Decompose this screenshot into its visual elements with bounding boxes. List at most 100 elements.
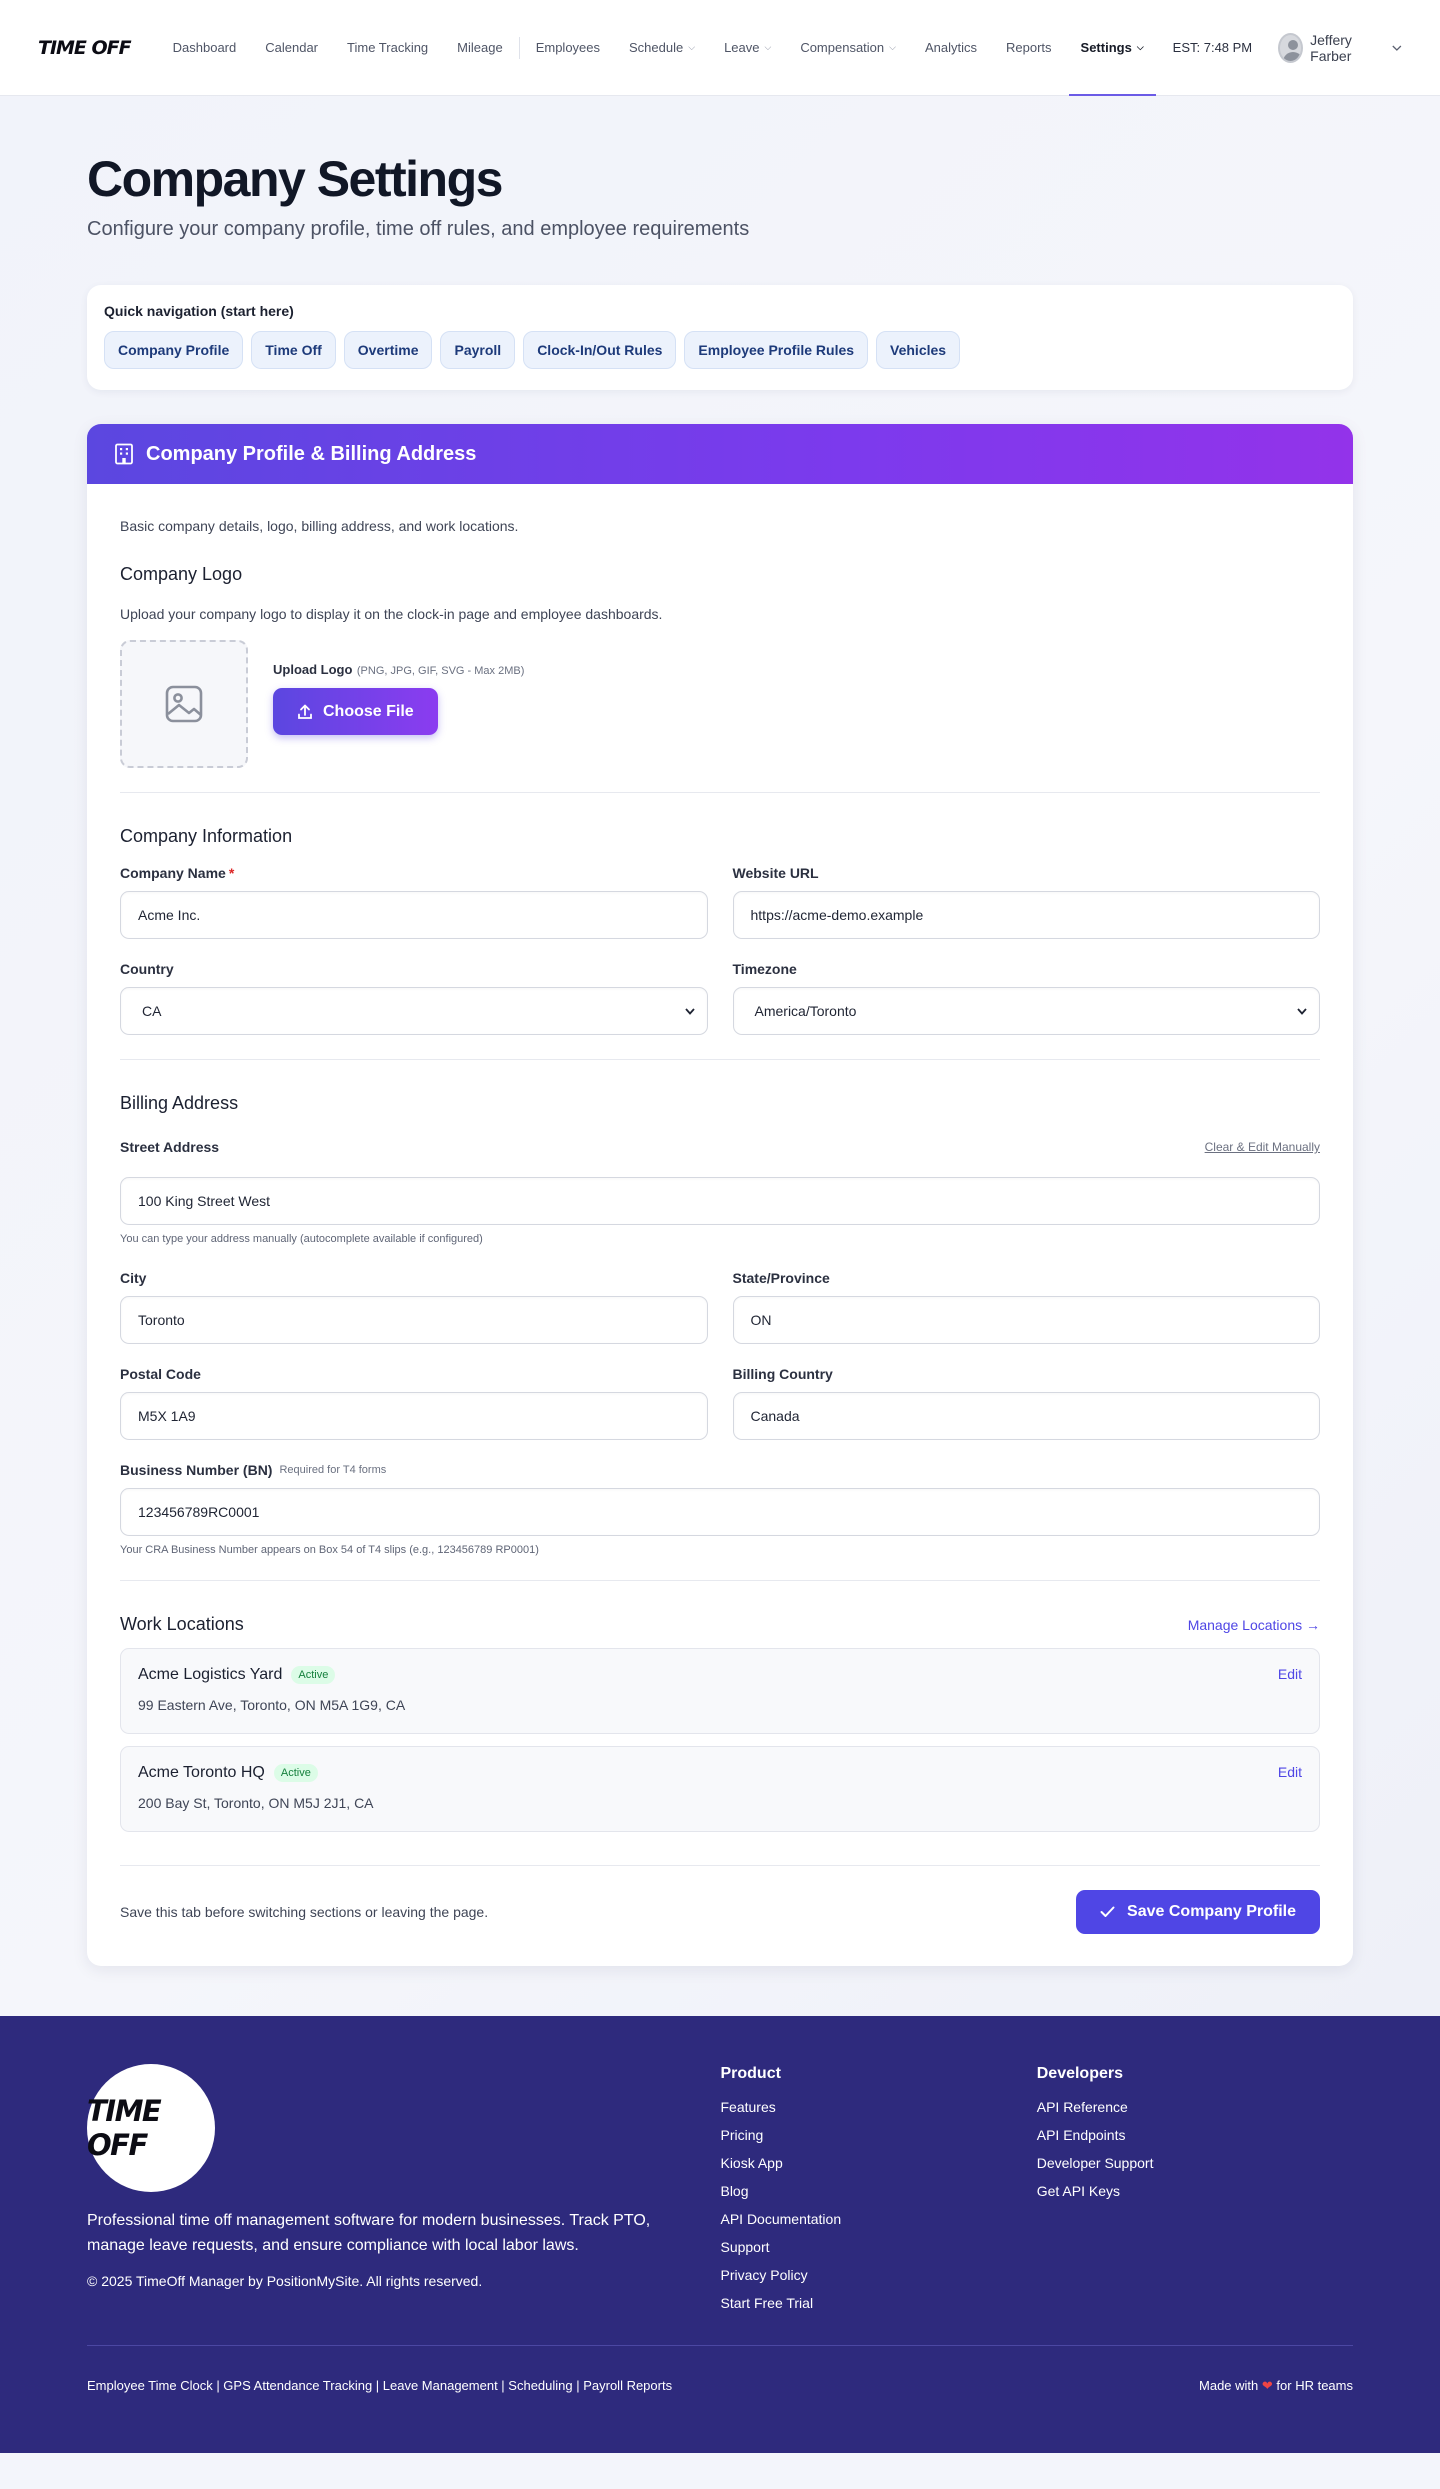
avatar	[1278, 32, 1304, 63]
footer-link-kiosk-app[interactable]: Kiosk App	[720, 2155, 1036, 2171]
nav-link-time-tracking[interactable]: Time Tracking	[347, 0, 428, 95]
work-locations-title: Work Locations	[120, 1614, 244, 1634]
postal-code-input[interactable]: M5X 1A9	[120, 1392, 708, 1440]
company-info-grid: Company Name * Acme Inc. Website URL http…	[120, 847, 1320, 1035]
footer-logo[interactable]: TIME OFF	[87, 2064, 215, 2192]
image-icon	[165, 685, 203, 723]
check-icon	[1100, 1906, 1115, 1917]
footer-developers-title: Developers	[1036, 2065, 1123, 2082]
nav-link-compensation[interactable]: Compensation ⌵	[800, 0, 896, 95]
quicknav-company-profile[interactable]: Company Profile	[104, 331, 244, 369]
street-help-text: You can type your address manually (auto…	[120, 1233, 483, 1245]
nav-links: Dashboard Calendar Time Tracking Mileage…	[173, 0, 1173, 96]
nav-link-mileage[interactable]: Mileage	[457, 0, 503, 95]
bn-field-group: Business Number (BN) Required for T4 for…	[120, 1462, 1320, 1556]
nav-link-employees[interactable]: Employees	[536, 0, 600, 95]
footer-bottom: Employee Time Clock | GPS Attendance Tra…	[87, 2345, 1353, 2394]
input-value: ON	[750, 1312, 772, 1328]
footer-link-privacy-policy[interactable]: Privacy Policy	[720, 2267, 1036, 2283]
street-label: Street Address	[120, 1139, 220, 1155]
quicknav-vehicles[interactable]: Vehicles	[876, 331, 961, 369]
required-asterisk: *	[228, 865, 235, 881]
quick-navigation-label: Quick navigation (start here)	[104, 303, 294, 319]
business-number-input[interactable]: 123456789RC0001	[120, 1488, 1320, 1536]
country-select[interactable]: CA	[120, 987, 708, 1035]
location-address: 99 Eastern Ave, Toronto, ON M5A 1G9, CA	[138, 1697, 406, 1713]
app-logo[interactable]: TIME OFF	[38, 37, 132, 59]
manage-locations-link[interactable]: Manage Locations →	[1188, 1617, 1320, 1633]
user-menu[interactable]: Jeffery Farber	[1278, 32, 1402, 64]
quicknav-payroll[interactable]: Payroll	[440, 331, 516, 369]
nav-link-analytics[interactable]: Analytics	[925, 0, 977, 95]
input-value: https://acme-demo.example	[750, 907, 924, 923]
quicknav-employee-profile-rules[interactable]: Employee Profile Rules	[684, 331, 869, 369]
choose-file-button[interactable]: Choose File	[273, 688, 438, 735]
billing-country-input[interactable]: Canada	[732, 1392, 1320, 1440]
quicknav-clock-in-out-rules[interactable]: Clock-In/Out Rules	[523, 331, 677, 369]
footer-link-developer-support[interactable]: Developer Support	[1037, 2155, 1353, 2171]
footer-link-api-endpoints[interactable]: API Endpoints	[1037, 2127, 1353, 2143]
state-input[interactable]: ON	[732, 1296, 1320, 1344]
timezone-select[interactable]: America/Toronto	[732, 987, 1320, 1035]
footer-link-api-reference[interactable]: API Reference	[1037, 2099, 1353, 2115]
nav-link-label: Reports	[1006, 40, 1052, 55]
divider	[120, 1865, 1320, 1866]
input-value: Canada	[750, 1408, 800, 1424]
edit-location-button[interactable]: Edit	[1278, 1764, 1302, 1780]
nav-link-calendar[interactable]: Calendar	[265, 0, 318, 95]
nav-separator	[518, 36, 520, 59]
footer-link-api-documentation[interactable]: API Documentation	[720, 2211, 1036, 2227]
bn-label-row: Business Number (BN) Required for T4 for…	[120, 1462, 1320, 1478]
footer-link-features[interactable]: Features	[720, 2099, 1036, 2115]
nav-link-label: Dashboard	[172, 40, 237, 55]
nav-link-settings[interactable]: Settings ⌵	[1068, 0, 1156, 96]
location-address: 200 Bay St, Toronto, ON M5J 2J1, CA	[138, 1795, 374, 1811]
billing-country-field-group: Billing Country Canada	[732, 1366, 1320, 1440]
label-text: Company Name	[120, 865, 226, 881]
save-company-profile-button[interactable]: Save Company Profile	[1076, 1890, 1320, 1934]
footer-link-start-free-trial[interactable]: Start Free Trial	[720, 2295, 1036, 2311]
choose-file-label: Choose File	[323, 702, 414, 720]
postal-field-group: Postal Code M5X 1A9	[120, 1366, 708, 1440]
website-input[interactable]: https://acme-demo.example	[732, 891, 1320, 939]
billing-country-label: Billing Country	[732, 1366, 833, 1382]
quicknav-time-off[interactable]: Time Off	[251, 331, 336, 369]
edit-location-button[interactable]: Edit	[1278, 1666, 1302, 1682]
upload-label-row: Upload Logo (PNG, JPG, GIF, SVG - Max 2M…	[273, 661, 524, 679]
quicknav-overtime[interactable]: Overtime	[343, 331, 433, 369]
nav-link-label: Time Tracking	[347, 40, 429, 55]
quick-navigation-pills: Company Profile Time Off Overtime Payrol…	[104, 331, 1336, 369]
upload-label: Upload Logo	[273, 662, 353, 677]
footer-link-blog[interactable]: Blog	[720, 2183, 1036, 2199]
clear-edit-manually-link[interactable]: Clear & Edit Manually	[1205, 1140, 1320, 1154]
input-value: M5X 1A9	[138, 1408, 196, 1424]
footer-link-get-api-keys[interactable]: Get API Keys	[1037, 2183, 1353, 2199]
page-title: Company Settings	[87, 151, 503, 207]
street-address-input[interactable]: 100 King Street West	[120, 1177, 1320, 1225]
nav-link-dashboard[interactable]: Dashboard	[173, 0, 237, 95]
work-locations-header: Work Locations Manage Locations →	[120, 1614, 1320, 1635]
card-title: Company Profile & Billing Address	[146, 442, 477, 465]
company-name-input[interactable]: Acme Inc.	[120, 891, 708, 939]
logo-dropzone[interactable]	[120, 640, 248, 768]
country-field-group: Country CA	[120, 961, 708, 1035]
nav-link-leave[interactable]: Leave ⌵	[724, 0, 771, 95]
company-profile-card: Company Profile & Billing Address Basic …	[87, 424, 1353, 1966]
input-value: Toronto	[138, 1312, 185, 1328]
input-value: 100 King Street West	[138, 1193, 271, 1209]
nav-link-schedule[interactable]: Schedule ⌵	[629, 0, 695, 95]
footer: TIME OFF Professional time off managemen…	[0, 2016, 1440, 2453]
nav-link-label: Calendar	[265, 40, 319, 55]
nav-link-reports[interactable]: Reports	[1006, 0, 1052, 95]
city-input[interactable]: Toronto	[120, 1296, 708, 1344]
nav-link-label: Settings	[1080, 40, 1132, 55]
postal-label: Postal Code	[120, 1366, 201, 1382]
save-note: Save this tab before switching sections …	[120, 1904, 489, 1920]
footer-link-support[interactable]: Support	[720, 2239, 1036, 2255]
select-value: CA	[142, 1003, 162, 1019]
website-label: Website URL	[732, 865, 819, 881]
logo-upload-row: Upload Logo (PNG, JPG, GIF, SVG - Max 2M…	[120, 640, 1320, 768]
footer-link-pricing[interactable]: Pricing	[720, 2127, 1036, 2143]
user-name: Jeffery Farber	[1310, 31, 1352, 64]
made-with-suffix: for HR teams	[1276, 2378, 1353, 2393]
